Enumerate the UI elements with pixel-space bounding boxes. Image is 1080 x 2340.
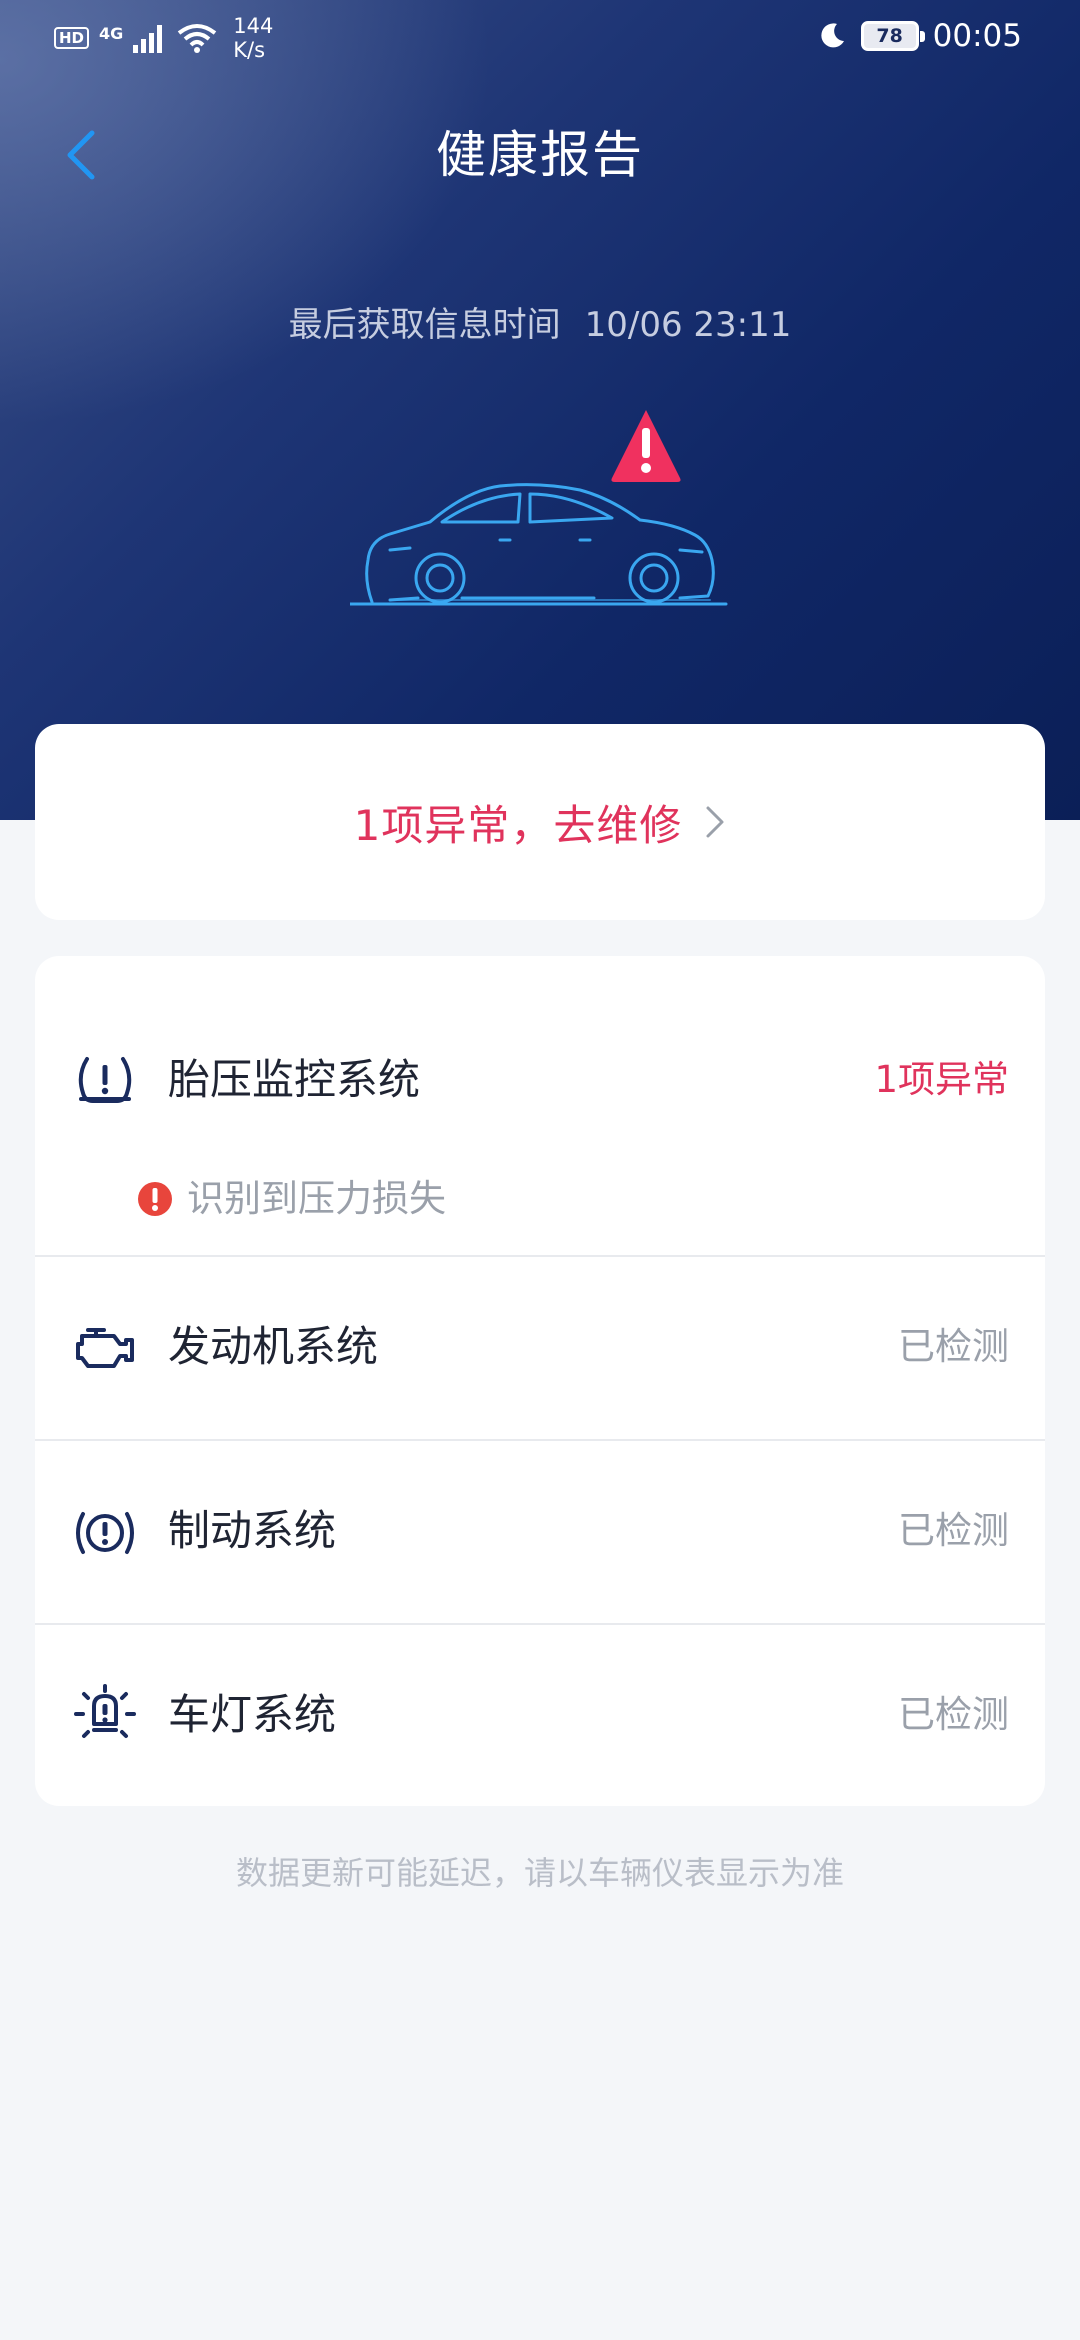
system-row-lamp[interactable]: 车灯系统 已检测 xyxy=(35,1625,1045,1806)
error-icon xyxy=(138,1182,172,1216)
data-delay-notice: 数据更新可能延迟，请以车辆仪表显示为准 xyxy=(235,1854,844,1892)
brake-icon xyxy=(73,1501,137,1565)
system-label: 胎压监控系统 xyxy=(168,1055,421,1104)
last-fetch-info: 最后获取信息时间 10/06 23:11 xyxy=(0,302,1080,348)
system-label: 车灯系统 xyxy=(168,1690,337,1739)
status-bar-left: HD 4G 144 K/s xyxy=(54,14,273,62)
wifi-icon xyxy=(178,24,217,53)
system-status: 已检测 xyxy=(898,1509,1009,1552)
system-status: 已检测 xyxy=(898,1693,1009,1736)
car-illustration xyxy=(350,410,728,606)
system-label: 制动系统 xyxy=(168,1506,337,1555)
system-status: 1项异常 xyxy=(874,1058,1009,1101)
system-status: 已检测 xyxy=(898,1325,1009,1368)
system-label: 发动机系统 xyxy=(168,1322,379,1371)
network-speed-value: 144 xyxy=(233,14,274,38)
system-row-tire-pressure[interactable]: 胎压监控系统 1项异常 识别到压力损失 xyxy=(35,956,1045,1256)
moon-icon xyxy=(821,23,844,48)
signal-icon xyxy=(133,25,163,53)
hd-badge: HD xyxy=(54,27,90,49)
network-speed: 144 K/s xyxy=(233,14,273,62)
engine-icon xyxy=(73,1317,137,1381)
lamp-icon xyxy=(73,1683,137,1747)
repair-alert-card[interactable]: 1项异常，去维修 xyxy=(35,724,1045,920)
last-fetch-time: 10/06 23:11 xyxy=(584,305,792,345)
last-fetch-label: 最后获取信息时间 xyxy=(288,305,561,345)
tire-pressure-detail: 识别到压力损失 xyxy=(137,1174,446,1224)
clock: 00:05 xyxy=(932,18,1022,54)
tire-pressure-icon xyxy=(73,1048,137,1112)
repair-alert-text: 1项异常，去维修 xyxy=(353,800,683,850)
status-bar: HD 4G 144 K/s 78 00:05 xyxy=(0,0,1080,76)
tire-pressure-detail-text: 识别到压力损失 xyxy=(187,1177,446,1220)
page-title: 健康报告 xyxy=(436,126,644,184)
system-list: 胎压监控系统 1项异常 识别到压力损失 发动机系统 已检测 制动系统 已检测 车… xyxy=(35,956,1045,1806)
system-row-brake[interactable]: 制动系统 已检测 xyxy=(35,1441,1045,1623)
chevron-right-icon xyxy=(706,806,724,838)
network-type: 4G xyxy=(99,24,124,43)
status-bar-right: 78 00:05 xyxy=(817,18,1022,54)
system-row-engine[interactable]: 发动机系统 已检测 xyxy=(35,1257,1045,1439)
battery-indicator: 78 xyxy=(860,21,925,51)
network-speed-unit: K/s xyxy=(233,38,266,62)
warning-triangle-icon xyxy=(611,410,681,482)
